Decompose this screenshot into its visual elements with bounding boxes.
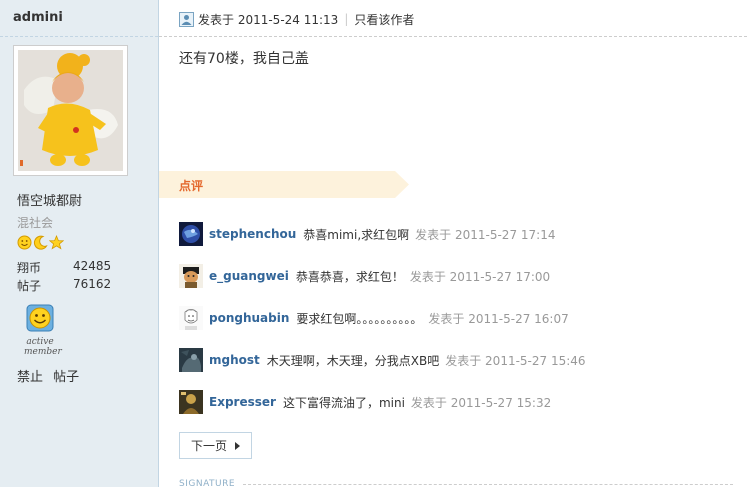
- moon-icon: [33, 235, 48, 250]
- signature-divider: [243, 484, 733, 485]
- commenter-avatar[interactable]: [179, 222, 203, 246]
- post-header-divider: [159, 36, 747, 37]
- avatar[interactable]: [13, 45, 128, 176]
- commenter-name[interactable]: e_guangwei: [209, 269, 289, 283]
- commenter-name[interactable]: mghost: [209, 353, 260, 367]
- only-author-link[interactable]: 只看该作者: [354, 11, 414, 28]
- ban-link[interactable]: 禁止: [17, 370, 43, 385]
- avatar-image: [18, 50, 123, 171]
- stat-coins: 翔币 42485: [17, 259, 111, 276]
- comment-text: 这下富得流油了，mini: [282, 395, 405, 410]
- next-page-button[interactable]: 下一页: [179, 432, 252, 459]
- star-icon: [48, 234, 65, 250]
- user-actions: 禁止 帖子: [17, 366, 85, 385]
- comment-item: mghost 木天理啊，木天理，分我点XB吧 发表于 2011-5-27 15:…: [179, 348, 586, 372]
- sun-icon: [17, 235, 32, 250]
- comment-text: 要求红包啊。。。。。。。。。。: [296, 311, 423, 326]
- stat-posts: 帖子 76162: [17, 277, 111, 294]
- sidebar-divider: [0, 36, 158, 37]
- user-level-icons: [17, 234, 65, 251]
- next-page-label: 下一页: [190, 439, 227, 453]
- post-timestamp: 发表于 2011-5-24 11:13: [198, 12, 339, 27]
- chevron-right-icon: [235, 441, 240, 450]
- username[interactable]: admini: [13, 10, 63, 25]
- commenter-avatar[interactable]: [179, 306, 203, 330]
- commenter-avatar[interactable]: [179, 264, 203, 288]
- comment-time: 发表于 2011-5-27 17:14: [415, 227, 556, 242]
- signature-label: SIGNATURE: [179, 479, 236, 487]
- comment-text: 恭喜mimi,求红包啊: [303, 227, 410, 242]
- stat-value[interactable]: 42485: [73, 259, 111, 273]
- post-content: 还有70楼，我自己盖: [179, 51, 309, 67]
- active-member-medal[interactable]: active member: [24, 304, 62, 358]
- commenter-name[interactable]: ponghuabin: [209, 311, 289, 325]
- commenter-avatar[interactable]: [179, 390, 203, 414]
- commenter-name[interactable]: Expresser: [209, 395, 276, 409]
- rating-title: 点评: [179, 179, 204, 193]
- comment-item: Expresser 这下富得流油了，mini 发表于 2011-5-27 15:…: [179, 390, 551, 414]
- comment-text: 木天理啊，木天理，分我点XB吧: [266, 353, 440, 368]
- comment-item: ponghuabin 要求红包啊。。。。。。。。。。 发表于 2011-5-27…: [179, 306, 569, 330]
- comment-time: 发表于 2011-5-27 15:32: [410, 395, 552, 410]
- comment-text: 恭喜恭喜，求红包！: [295, 269, 404, 284]
- user-group: 混社会: [17, 216, 54, 230]
- user-sidebar: admini 悟空城都尉 混社会 翔币 42485 帖子 76162 activ…: [0, 0, 159, 487]
- user-title[interactable]: 悟空城都尉: [17, 190, 82, 209]
- posts-link[interactable]: 帖子: [53, 370, 79, 385]
- separator: |: [344, 12, 349, 26]
- smiley-medal-icon: [26, 304, 54, 332]
- post-header: 发表于 2011-5-24 11:13 | 只看该作者: [179, 10, 414, 28]
- stat-value[interactable]: 76162: [73, 277, 111, 291]
- stat-label: 翔币: [17, 261, 42, 275]
- commenter-avatar[interactable]: [179, 348, 203, 372]
- stat-label: 帖子: [17, 279, 42, 293]
- medal-label: active member: [24, 337, 62, 357]
- comment-time: 发表于 2011-5-27 15:46: [445, 353, 586, 368]
- commenter-name[interactable]: stephenchou: [209, 227, 296, 241]
- comment-item: e_guangwei 恭喜恭喜，求红包！ 发表于 2011-5-27 17:00: [179, 264, 550, 288]
- comment-time: 发表于 2011-5-27 16:07: [428, 311, 569, 326]
- online-user-icon: [179, 11, 194, 27]
- rating-section-header: 点评: [159, 171, 409, 198]
- comment-time: 发表于 2011-5-27 17:00: [409, 269, 551, 284]
- comment-item: stephenchou 恭喜mimi,求红包啊 发表于 2011-5-27 17…: [179, 222, 555, 246]
